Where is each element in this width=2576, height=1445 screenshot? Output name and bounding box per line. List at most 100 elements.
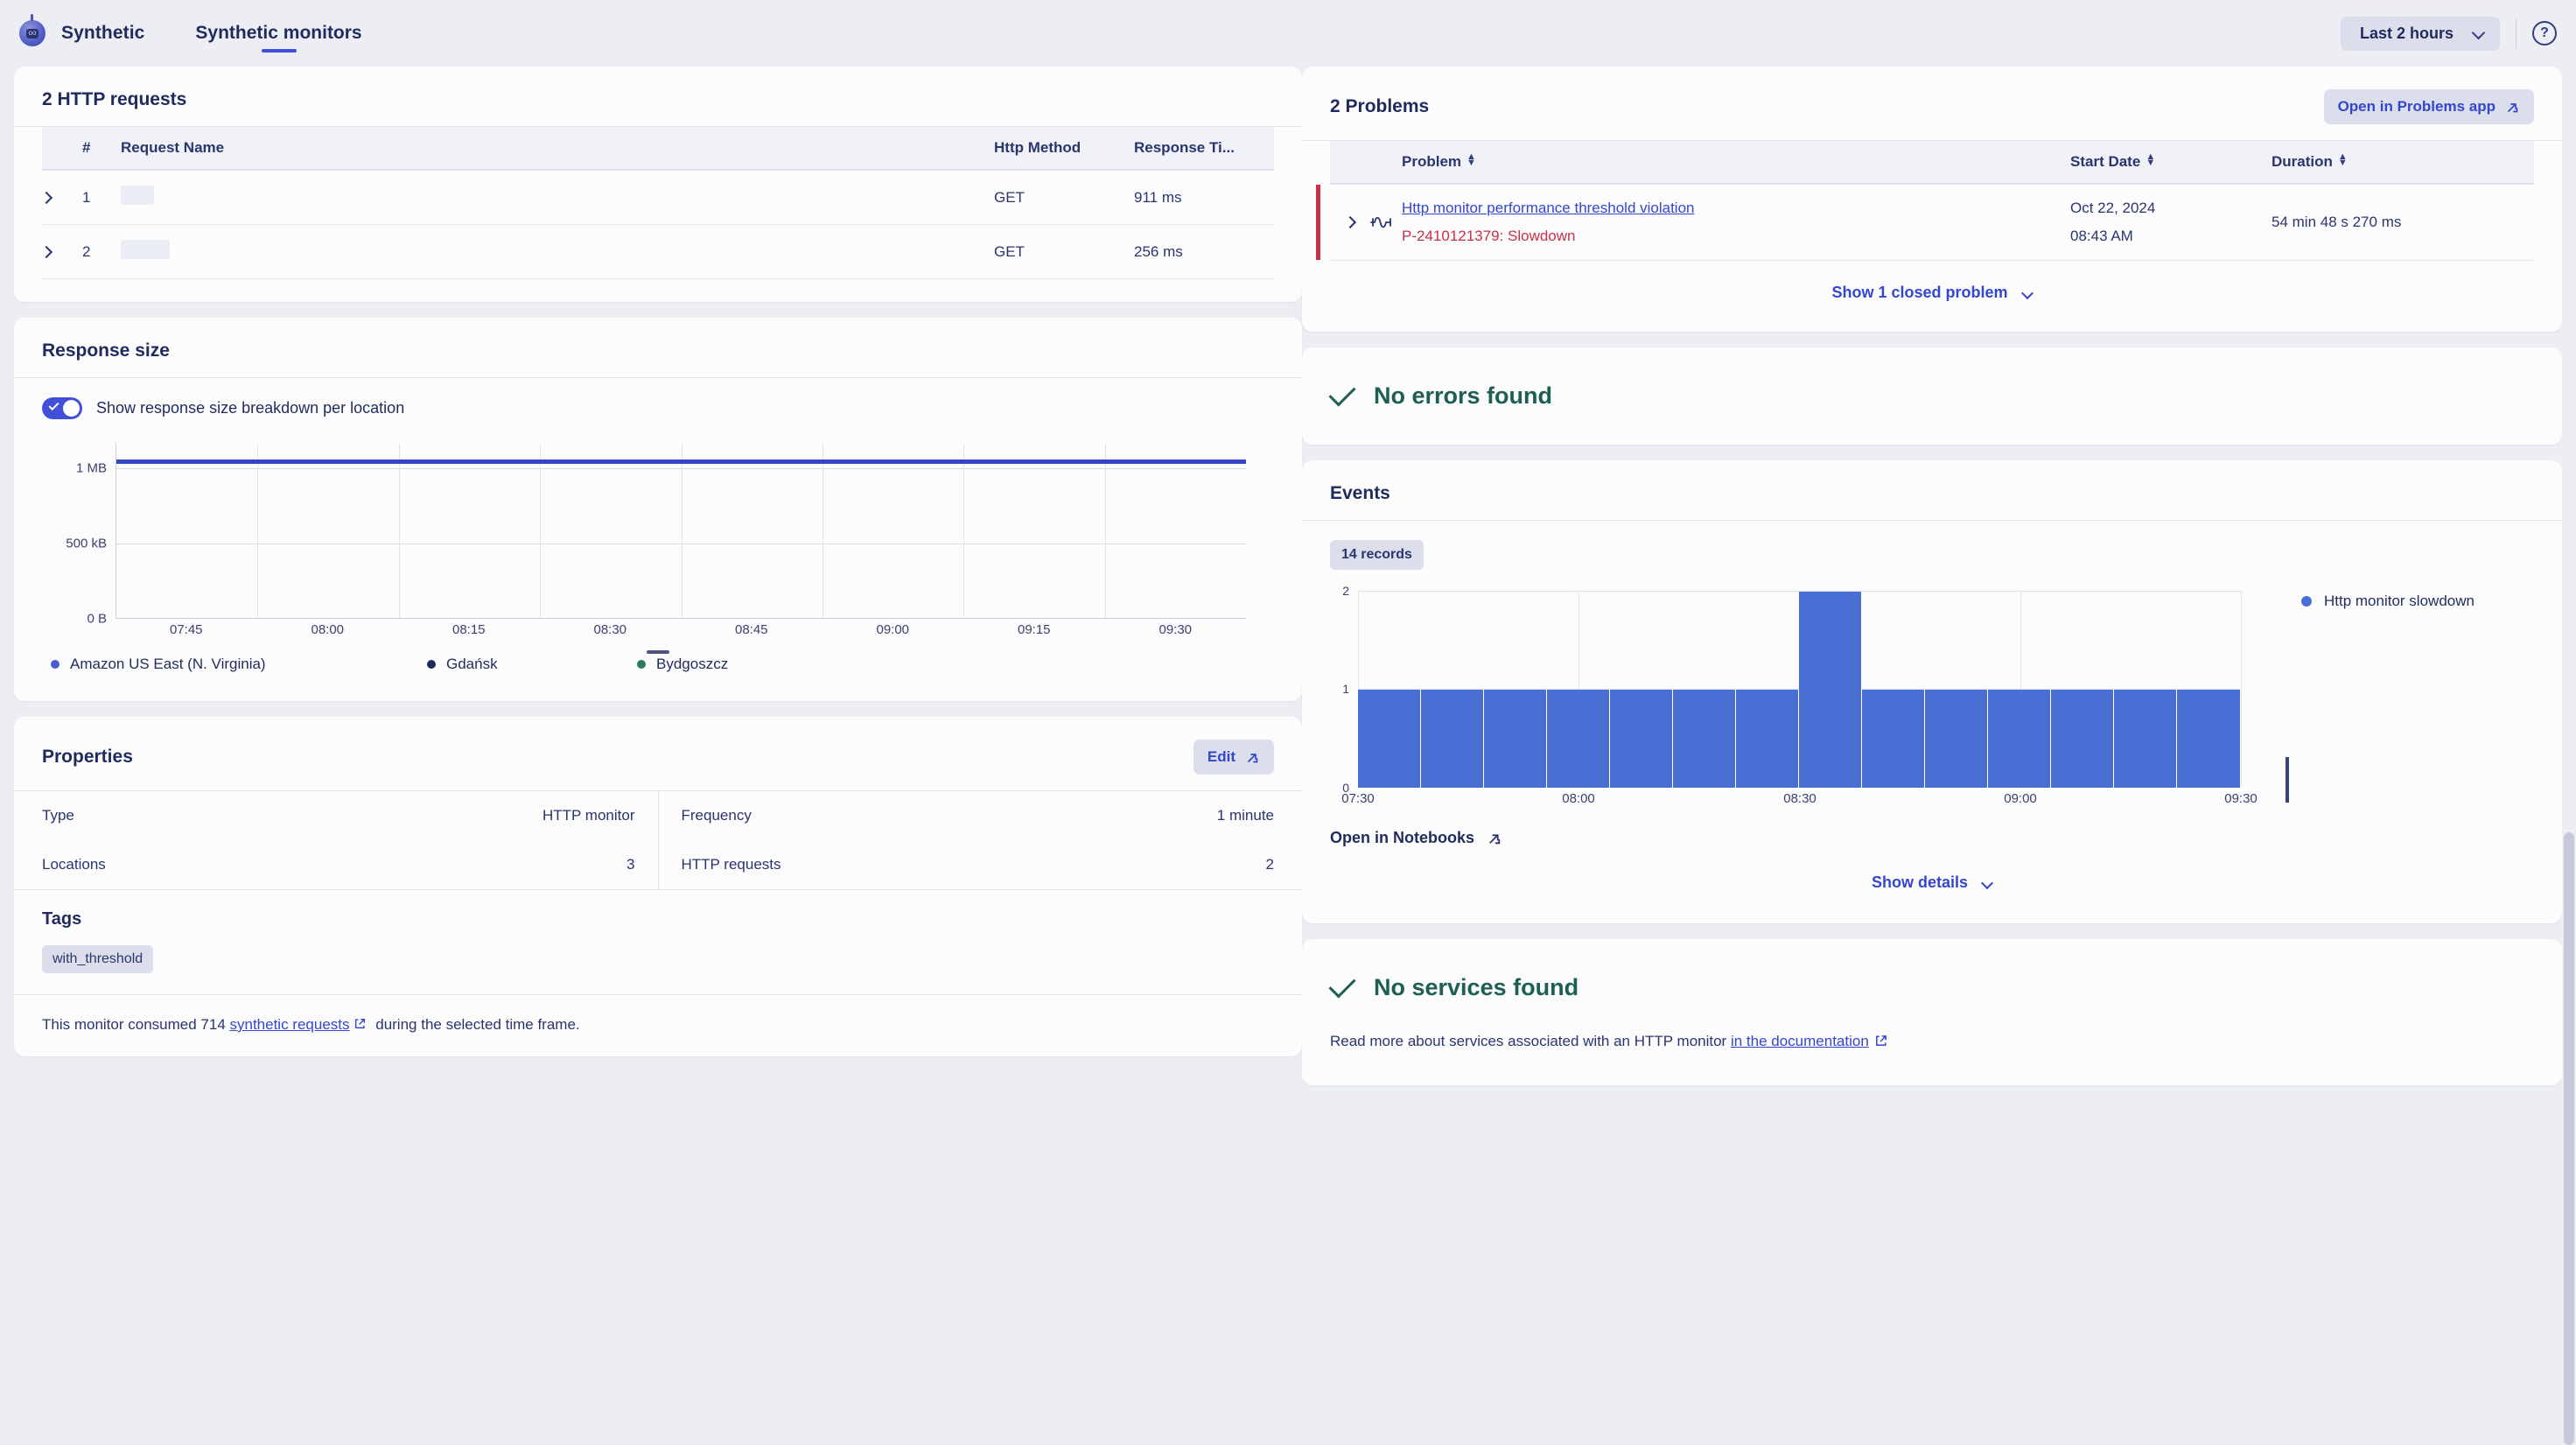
col-duration[interactable]: Duration ▲ ▼: [2272, 141, 2534, 185]
top-bar: oo Synthetic Synthetic monitors Last 2 h…: [0, 0, 2576, 67]
response-size-series-line: [116, 459, 1246, 464]
redacted-value: [121, 240, 170, 259]
bar[interactable]: [2051, 690, 2114, 788]
col-duration-label: Duration: [2272, 153, 2333, 170]
legend-dot-icon: [51, 660, 60, 669]
x-tick: 08:30: [1783, 791, 1816, 806]
check-icon: [1328, 970, 1356, 999]
bar[interactable]: [2177, 690, 2241, 788]
bar[interactable]: [2114, 690, 2177, 788]
legend-item[interactable]: Amazon US East (N. Virginia): [51, 656, 427, 673]
bar[interactable]: [1862, 690, 1925, 788]
table-row[interactable]: Http monitor performance threshold viola…: [1316, 184, 2534, 261]
expand-cell[interactable]: [39, 224, 82, 279]
problems-header: 2 Problems Open in Problems app: [1302, 67, 2562, 141]
table-row[interactable]: 1 GET 911 ms: [39, 170, 1274, 225]
problem-cell: Http monitor performance threshold viola…: [1402, 184, 2070, 261]
bar[interactable]: [1484, 690, 1547, 788]
response-size-chart[interactable]: 1 MB 500 kB 0 B 07:45 08:00 08:15 08:30 …: [42, 444, 1274, 654]
legend-label: Amazon US East (N. Virginia): [70, 656, 266, 672]
no-services-state: No services found: [1328, 970, 2534, 1001]
col-index: #: [82, 127, 121, 171]
consumed-prefix: This monitor consumed 714: [42, 1016, 230, 1033]
records-badge[interactable]: 14 records: [1330, 540, 1424, 570]
redacted-value: [121, 186, 154, 205]
tags-title: Tags: [42, 909, 82, 929]
sort-icon[interactable]: ▲ ▼: [1466, 152, 1476, 168]
open-external-icon: [1487, 831, 1502, 845]
col-start-date[interactable]: Start Date ▲ ▼: [2070, 141, 2272, 185]
start-time-value: 08:43 AM: [2070, 228, 2133, 244]
help-icon[interactable]: ?: [2532, 21, 2557, 46]
duration-cell: 54 min 48 s 270 ms: [2272, 184, 2534, 261]
open-in-problems-app-button[interactable]: Open in Problems app: [2323, 89, 2534, 124]
y-tick-0b: 0 B: [87, 611, 107, 627]
chevron-down-icon: [2023, 289, 2033, 298]
col-problem[interactable]: Problem ▲ ▼: [1402, 141, 2070, 185]
problem-subtitle: P-2410121379: Slowdown: [1402, 228, 1576, 244]
chevron-right-icon[interactable]: [39, 245, 53, 258]
x-tick: 09:15: [1017, 622, 1051, 637]
sort-icon[interactable]: ▲ ▼: [2146, 152, 2155, 168]
request-name-cell: [121, 224, 994, 279]
check-icon: [48, 399, 60, 411]
errors-card: No errors found: [1302, 347, 2562, 445]
synthetic-requests-link[interactable]: synthetic requests: [230, 1016, 350, 1033]
show-closed-problems-button[interactable]: Show 1 closed problem: [1330, 261, 2534, 309]
legend-item[interactable]: Gdańsk: [427, 656, 637, 673]
response-size-card: Response size Show response size breakdo…: [14, 318, 1302, 701]
edit-button[interactable]: Edit: [1193, 740, 1274, 775]
properties-header: Properties Edit: [14, 717, 1302, 791]
no-errors-title: No errors found: [1374, 382, 1553, 409]
problem-title-link[interactable]: Http monitor performance threshold viola…: [1402, 200, 1695, 216]
events-legend[interactable]: Http monitor slowdown: [2301, 593, 2474, 610]
tab-synthetic-monitors[interactable]: Synthetic monitors: [192, 0, 365, 67]
property-value: 3: [626, 856, 635, 873]
events-chart[interactable]: 2 1 0 07:30 08:00 08:30 09:00 09:30 Http…: [1330, 584, 2534, 810]
bar[interactable]: [1421, 690, 1484, 788]
properties-column-right: Frequency 1 minute HTTP requests 2: [657, 791, 1275, 889]
property-row: Frequency 1 minute: [682, 791, 1275, 840]
property-label: HTTP requests: [681, 856, 781, 873]
bar[interactable]: [1358, 690, 1421, 788]
bar[interactable]: [1736, 690, 1799, 788]
timeframe-label: Last 2 hours: [2359, 24, 2454, 42]
bar[interactable]: [1925, 690, 1988, 788]
show-details-button[interactable]: Show details: [1330, 847, 2534, 901]
events-y-axis: 2 1 0: [1330, 584, 1349, 795]
chart-resize-handle[interactable]: [647, 650, 669, 654]
page-scrollbar-track[interactable]: [2562, 67, 2576, 1445]
open-in-notebooks-link[interactable]: Open in Notebooks: [1330, 829, 2534, 847]
page-scrollbar-thumb[interactable]: [2564, 832, 2574, 1445]
sort-icon[interactable]: ▲ ▼: [2338, 152, 2348, 168]
breakdown-toggle[interactable]: [42, 397, 82, 419]
chevron-right-icon[interactable]: [39, 191, 53, 204]
tag-chip[interactable]: with_threshold: [42, 945, 154, 973]
x-tick: 08:30: [593, 622, 627, 637]
gridline-v: [2241, 591, 2242, 788]
col-problem-label: Problem: [1402, 153, 1462, 170]
bar[interactable]: [1610, 690, 1673, 788]
events-card: Events 14 records 2 1 0 07:30 08:00 08:3…: [1302, 460, 2562, 923]
consumed-requests-note: This monitor consumed 714 synthetic requ…: [42, 995, 1274, 1034]
response-size-body: Show response size breakdown per locatio…: [14, 378, 1302, 701]
bar[interactable]: [1988, 690, 2051, 788]
legend-label: Http monitor slowdown: [2324, 593, 2474, 609]
documentation-link[interactable]: in the documentation: [1731, 1033, 1869, 1049]
response-time-cell: 911 ms: [1134, 170, 1274, 225]
bar[interactable]: [1673, 690, 1736, 788]
chevron-right-icon[interactable]: [1343, 215, 1357, 229]
gridline-v: [822, 444, 823, 618]
x-tick: 08:00: [1562, 791, 1595, 806]
col-http-method: Http Method: [994, 127, 1134, 171]
expand-cell[interactable]: [39, 170, 82, 225]
legend-item[interactable]: Bydgoszcz: [637, 656, 728, 673]
x-tick: 09:00: [876, 622, 910, 637]
table-row[interactable]: 2 GET 256 ms: [39, 224, 1274, 279]
timeframe-selector[interactable]: Last 2 hours: [2340, 16, 2500, 51]
bar[interactable]: [1547, 690, 1610, 788]
request-name-cell: [121, 170, 994, 225]
bar[interactable]: [1799, 592, 1862, 788]
y-tick-500kb: 500 kB: [66, 536, 107, 551]
property-label: Type: [42, 807, 74, 824]
